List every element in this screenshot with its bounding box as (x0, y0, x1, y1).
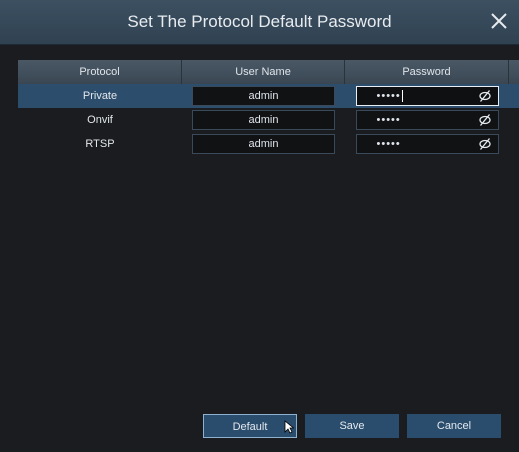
protocol-name: Private (82, 90, 118, 102)
password-value: ••••• (376, 90, 401, 102)
password-field-onvif[interactable]: ••••• (355, 110, 499, 130)
username-field-rtsp[interactable]: admin (192, 134, 335, 154)
cancel-button[interactable]: Cancel (407, 414, 501, 438)
text-caret (401, 90, 403, 103)
close-icon (491, 13, 507, 29)
password-value: ••••• (376, 114, 401, 126)
table-header: Protocol User Name Password (18, 60, 519, 84)
protocol-password-dialog: Set The Protocol Default Password Protoc… (0, 0, 519, 452)
eye-off-icon[interactable] (478, 138, 492, 150)
mouse-cursor-icon (284, 420, 294, 434)
password-field-private[interactable]: ••••• (355, 86, 499, 106)
table-row-private[interactable]: Private admin ••••• (18, 84, 519, 108)
username-field-onvif[interactable]: admin (192, 110, 335, 130)
default-button[interactable]: Default (203, 414, 297, 438)
protocol-name: RTSP (85, 138, 115, 150)
column-header-spacer (509, 60, 519, 84)
eye-off-icon[interactable] (478, 114, 492, 126)
close-button[interactable] (485, 7, 513, 35)
table-row-onvif[interactable]: Onvif admin ••••• (18, 108, 519, 132)
column-header-user-name: User Name (182, 60, 345, 84)
save-button[interactable]: Save (305, 414, 399, 438)
password-field-rtsp[interactable]: ••••• (355, 134, 499, 154)
table-row-rtsp[interactable]: RTSP admin ••••• (18, 132, 519, 156)
password-value: ••••• (376, 138, 401, 150)
dialog-titlebar: Set The Protocol Default Password (0, 0, 519, 45)
eye-off-icon[interactable] (478, 90, 492, 102)
dialog-title: Set The Protocol Default Password (127, 12, 392, 31)
column-header-protocol: Protocol (18, 60, 182, 84)
protocol-name: Onvif (87, 114, 113, 126)
protocol-table: Protocol User Name Password Private admi… (18, 60, 519, 156)
column-header-password: Password (345, 60, 509, 84)
username-field-private[interactable]: admin (192, 86, 335, 106)
